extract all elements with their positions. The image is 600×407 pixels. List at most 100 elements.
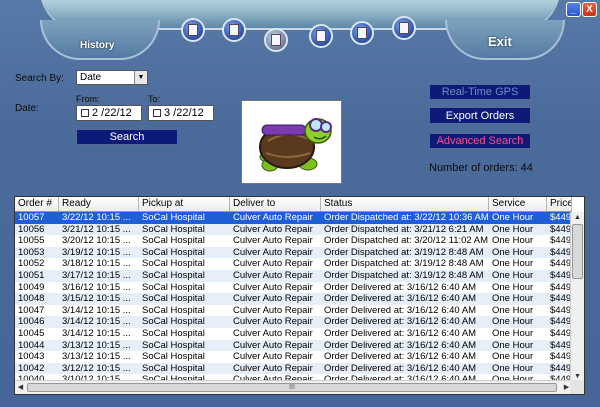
cell-status: Order Delivered at: 3/16/12 6:40 AM (324, 316, 477, 328)
exit-button[interactable]: Exit (488, 34, 512, 49)
table-row[interactable]: 10055 3/20/12 10:15 ... SoCal Hospital Culv… (15, 235, 572, 247)
column-header-service[interactable]: Service (489, 197, 547, 211)
table-body: 10057 3/22/12 10:15 ... SoCal Hospital Culv… (15, 212, 572, 386)
cell-service: One Hour (492, 316, 534, 328)
table-row[interactable]: 10051 3/17/12 10:15 ... SoCal Hospital Culv… (15, 269, 572, 282)
cell-status: Order Dispatched at: 3/19/12 8:48 AM (324, 246, 484, 258)
cell-deliver-to: Culver Auto Repair (233, 351, 313, 363)
column-header-order-number[interactable]: Order # (15, 197, 59, 211)
cell-service: One Hour (492, 269, 534, 281)
cell-pickup-at: SoCal Hospital (142, 293, 205, 305)
cell-price: $449. (550, 269, 572, 281)
document-glyph (271, 34, 281, 46)
tag-icon[interactable] (392, 16, 416, 40)
table-row[interactable]: 10049 3/16/12 10:15 ... SoCal Hospital Culv… (15, 282, 572, 294)
cell-price: $449. (550, 223, 572, 235)
horizontal-scroll-thumb[interactable]: III (27, 383, 557, 392)
print-icon[interactable] (350, 21, 374, 45)
cell-status: Order Delivered at: 3/16/12 6:40 AM (324, 351, 477, 363)
column-header-deliver-to[interactable]: Deliver to (230, 197, 321, 211)
column-header-status[interactable]: Status (321, 197, 489, 211)
to-date-field[interactable]: 3 /22/12 (148, 105, 214, 121)
table-row[interactable]: 10048 3/15/12 10:15 ... SoCal Hospital Culv… (15, 293, 572, 305)
table-row[interactable]: 10046 3/14/12 10:15 ... SoCal Hospital Culv… (15, 316, 572, 328)
scroll-up-icon[interactable]: ▲ (571, 212, 584, 223)
table-row[interactable]: 10056 3/21/12 10:15 ... SoCal Hospital Culv… (15, 223, 572, 236)
cell-price: $449. (550, 316, 572, 328)
search-button[interactable]: Search (76, 129, 178, 145)
cell-service: One Hour (492, 293, 534, 305)
cell-price: $449. (550, 339, 572, 351)
cell-status: Order Delivered at: 3/16/12 6:40 AM (324, 304, 477, 316)
table-row[interactable]: 10047 3/14/12 10:15 ... SoCal Hospital Culv… (15, 305, 572, 317)
table-row[interactable]: 10057 3/22/12 10:15 ... SoCal Hospital Culv… (15, 212, 572, 224)
cell-status: Order Delivered at: 3/16/12 6:40 AM (324, 281, 477, 293)
column-header-ready[interactable]: Ready (59, 197, 139, 211)
advanced-search-button[interactable]: Advanced Search (429, 133, 531, 149)
column-header-pickup-at[interactable]: Pickup at (139, 197, 230, 211)
close-button[interactable]: X (582, 2, 597, 17)
cell-deliver-to: Culver Auto Repair (233, 258, 313, 270)
minimize-button[interactable]: _ (566, 2, 581, 17)
scrollbar-corner (570, 380, 584, 394)
cell-order-number: 10048 (18, 293, 45, 305)
cell-pickup-at: SoCal Hospital (142, 339, 205, 351)
cell-order-number: 10042 (18, 362, 45, 374)
cell-service: One Hour (492, 212, 534, 223)
cell-ready: 3/13/12 10:15 ... (62, 339, 131, 351)
table-row[interactable]: 10052 3/18/12 10:15 ... SoCal Hospital Culv… (15, 258, 572, 270)
cell-service: One Hour (492, 258, 534, 270)
table-row[interactable]: 10044 3/13/12 10:15 ... SoCal Hospital Culv… (15, 339, 572, 352)
table-row[interactable]: 10053 3/19/12 10:15 ... SoCal Hospital Culv… (15, 246, 572, 259)
search-by-select[interactable]: Date ▼ (76, 70, 148, 85)
cell-pickup-at: SoCal Hospital (142, 258, 205, 270)
vertical-scroll-thumb[interactable] (572, 224, 583, 279)
document-glyph (188, 24, 198, 36)
cell-status: Order Delivered at: 3/16/12 6:40 AM (324, 339, 477, 351)
cell-deliver-to: Culver Auto Repair (233, 316, 313, 328)
history-label[interactable]: History (80, 40, 114, 51)
search-icon[interactable] (264, 28, 288, 52)
cell-pickup-at: SoCal Hospital (142, 269, 205, 281)
edit-order-icon[interactable] (222, 18, 246, 42)
to-date-checkbox[interactable] (153, 109, 161, 118)
export-orders-button[interactable]: Export Orders (429, 107, 531, 124)
printer-glyph (357, 27, 367, 39)
table-row[interactable]: 10042 3/12/12 10:15 ... SoCal Hospital Culv… (15, 362, 572, 375)
from-date-checkbox[interactable] (81, 109, 89, 118)
top-banner (0, 0, 600, 60)
scroll-left-icon[interactable]: ◀ (15, 381, 26, 394)
cell-status: Order Delivered at: 3/16/12 6:40 AM (324, 327, 477, 339)
cell-service: One Hour (492, 304, 534, 316)
cell-ready: 3/14/12 10:15 ... (62, 304, 131, 316)
orders-table[interactable]: Order # Ready Pickup at Deliver to Status Ser… (14, 196, 585, 395)
new-order-icon[interactable] (181, 18, 205, 42)
column-header-price[interactable]: Price (547, 197, 572, 211)
cell-order-number: 10044 (18, 339, 45, 351)
cell-ready: 3/13/12 10:15 ... (62, 351, 131, 363)
cell-service: One Hour (492, 362, 534, 374)
copy-icon[interactable] (309, 24, 333, 48)
cell-price: $449. (550, 246, 572, 258)
table-row[interactable]: 10043 3/13/12 10:15 ... SoCal Hospital Culv… (15, 351, 572, 363)
realtime-gps-button[interactable]: Real-Time GPS (429, 84, 531, 100)
chevron-down-icon[interactable]: ▼ (134, 71, 147, 84)
horizontal-scrollbar[interactable]: ◀ III ▶ (15, 380, 572, 394)
cell-order-number: 10046 (18, 316, 45, 328)
from-date-value: 2 /22/12 (92, 107, 132, 119)
orders-count: Number of orders: 44 (429, 162, 533, 174)
cell-order-number: 10047 (18, 304, 45, 316)
cell-order-number: 10052 (18, 258, 45, 270)
vertical-scrollbar[interactable]: ▲ ▼ (570, 212, 584, 382)
cell-service: One Hour (492, 281, 534, 293)
cell-ready: 3/22/12 10:15 ... (62, 212, 131, 223)
cell-price: $449. (550, 351, 572, 363)
table-row[interactable]: 10045 3/14/12 10:15 ... SoCal Hospital Culv… (15, 328, 572, 340)
cell-status: Order Dispatched at: 3/22/12 10:36 AM (324, 212, 489, 223)
cell-pickup-at: SoCal Hospital (142, 235, 205, 247)
cell-ready: 3/14/12 10:15 ... (62, 327, 131, 339)
cell-service: One Hour (492, 339, 534, 351)
from-date-field[interactable]: 2 /22/12 (76, 105, 142, 121)
cell-status: Order Dispatched at: 3/21/12 6:21 AM (324, 223, 484, 235)
cell-deliver-to: Culver Auto Repair (233, 327, 313, 339)
